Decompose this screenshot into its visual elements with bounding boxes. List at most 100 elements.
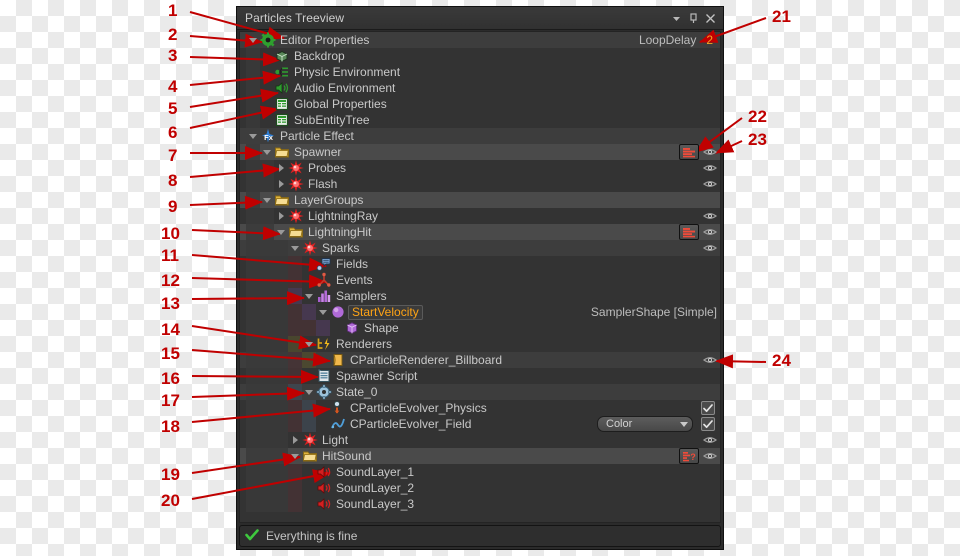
folder-icon <box>288 224 304 240</box>
row-indent <box>240 48 260 64</box>
row-indent <box>240 288 302 304</box>
row-controls <box>679 144 720 160</box>
collapse-twisty-icon[interactable] <box>288 448 302 464</box>
collapse-twisty-icon[interactable] <box>302 384 316 400</box>
tree-row[interactable]: Spawner <box>240 144 720 160</box>
row-controls <box>717 384 720 400</box>
tree-row[interactable]: Renderers <box>240 336 720 352</box>
tree-row[interactable]: CParticleRenderer_Billboard <box>240 352 720 368</box>
tree-row-label: Events <box>336 273 373 287</box>
tree-row[interactable]: State_0 <box>240 384 720 400</box>
callout-number: 10 <box>161 224 180 243</box>
tree-row[interactable]: Events <box>240 272 720 288</box>
folder-icon <box>274 192 290 208</box>
color-mode-dropdown[interactable]: Color <box>597 416 693 432</box>
collapse-twisty-icon[interactable] <box>274 224 288 240</box>
collapse-twisty-icon[interactable] <box>246 32 260 48</box>
tree-row-label: State_0 <box>336 385 378 399</box>
tree-row[interactable]: LayerGroups <box>240 192 720 208</box>
tree-row-label: HitSound <box>322 449 372 463</box>
tree-row[interactable]: Shape <box>240 320 720 336</box>
row-indent <box>240 176 274 192</box>
tree-row[interactable]: Physic Environment <box>240 64 720 80</box>
tree-scroll-area[interactable]: Editor Properties LoopDelay 2 Backdrop Physi… <box>239 31 721 523</box>
tree-row[interactable]: Probes <box>240 160 720 176</box>
visibility-eye-icon[interactable] <box>703 146 717 158</box>
status-bar: Everything is fine <box>239 525 721 547</box>
tree-row[interactable]: SoundLayer_2 <box>240 480 720 496</box>
twisty-placeholder <box>302 464 316 480</box>
speaker-red-icon <box>316 496 332 512</box>
expand-twisty-icon[interactable] <box>288 432 302 448</box>
collapse-twisty-icon[interactable] <box>316 304 330 320</box>
visibility-eye-icon[interactable] <box>703 354 717 366</box>
pin-icon[interactable] <box>685 9 702 27</box>
tree-row[interactable]: Fx Particle Effect <box>240 128 720 144</box>
tree-row[interactable]: SoundLayer_3 <box>240 496 720 512</box>
expand-twisty-icon[interactable] <box>274 160 288 176</box>
tree-row[interactable]: Backdrop <box>240 48 720 64</box>
tree-row[interactable]: Fields <box>240 256 720 272</box>
expand-twisty-icon[interactable] <box>274 176 288 192</box>
twisty-placeholder <box>302 272 316 288</box>
enable-checkbox[interactable] <box>701 417 715 431</box>
visibility-eye-icon[interactable] <box>703 242 717 254</box>
chevron-down-icon[interactable] <box>668 9 685 27</box>
tree-row[interactable]: SubEntityTree <box>240 112 720 128</box>
folder-icon <box>302 448 318 464</box>
tree-row[interactable]: Samplers <box>240 288 720 304</box>
billboard-icon <box>330 352 346 368</box>
callout-number: 15 <box>161 344 180 363</box>
collapse-twisty-icon[interactable] <box>246 128 260 144</box>
row-controls <box>717 80 720 96</box>
callout-number: 20 <box>161 491 180 510</box>
close-icon[interactable] <box>702 9 719 27</box>
tree-row[interactable]: Editor Properties LoopDelay 2 <box>240 32 720 48</box>
visibility-eye-icon[interactable] <box>703 450 717 462</box>
row-indent <box>240 64 260 80</box>
tree-row[interactable]: LightningHit <box>240 224 720 240</box>
status-text: Everything is fine <box>266 529 358 543</box>
tree-row[interactable]: LightningRay <box>240 208 720 224</box>
tree-row[interactable]: Sparks <box>240 240 720 256</box>
layer-stack-icon[interactable] <box>679 144 699 160</box>
layer-stack-icon[interactable]: ? <box>679 448 699 464</box>
tree-row[interactable]: SoundLayer_1 <box>240 464 720 480</box>
row-controls <box>679 224 720 240</box>
row-controls <box>717 256 720 272</box>
tree-row[interactable]: Spawner Script <box>240 368 720 384</box>
speaker-red-icon <box>316 480 332 496</box>
row-indent <box>240 480 302 496</box>
tree-row[interactable]: Audio Environment <box>240 80 720 96</box>
visibility-eye-icon[interactable] <box>703 178 717 190</box>
collapse-twisty-icon[interactable] <box>302 288 316 304</box>
tree-row[interactable]: HitSound? <box>240 448 720 464</box>
visibility-eye-icon[interactable] <box>703 434 717 446</box>
layer-stack-icon[interactable] <box>679 224 699 240</box>
expand-twisty-icon[interactable] <box>274 208 288 224</box>
row-indent <box>240 368 302 384</box>
callout-number: 18 <box>161 417 180 436</box>
callout-number: 22 <box>748 107 767 126</box>
speaker-green-icon <box>274 80 290 96</box>
row-right-value[interactable]: 2 <box>706 33 713 47</box>
window-titlebar[interactable]: Particles Treeview <box>237 7 723 30</box>
tree-row[interactable]: Light <box>240 432 720 448</box>
twisty-placeholder <box>260 96 274 112</box>
samplers-icon <box>316 288 332 304</box>
visibility-eye-icon[interactable] <box>703 162 717 174</box>
collapse-twisty-icon[interactable] <box>260 144 274 160</box>
visibility-eye-icon[interactable] <box>703 210 717 222</box>
collapse-twisty-icon[interactable] <box>260 192 274 208</box>
tree-row[interactable]: CParticleEvolver_Field Color <box>240 416 720 432</box>
collapse-twisty-icon[interactable] <box>302 336 316 352</box>
collapse-twisty-icon[interactable] <box>288 240 302 256</box>
visibility-eye-icon[interactable] <box>703 226 717 238</box>
tree-row[interactable]: CParticleEvolver_Physics <box>240 400 720 416</box>
tree-row[interactable]: Flash <box>240 176 720 192</box>
callout-number: 12 <box>161 271 180 290</box>
enable-checkbox[interactable] <box>701 401 715 415</box>
tree-row[interactable]: Global Properties <box>240 96 720 112</box>
tree-row[interactable]: StartVelocity SamplerShape [Simple] <box>240 304 720 320</box>
evolver-field-icon <box>330 416 346 432</box>
